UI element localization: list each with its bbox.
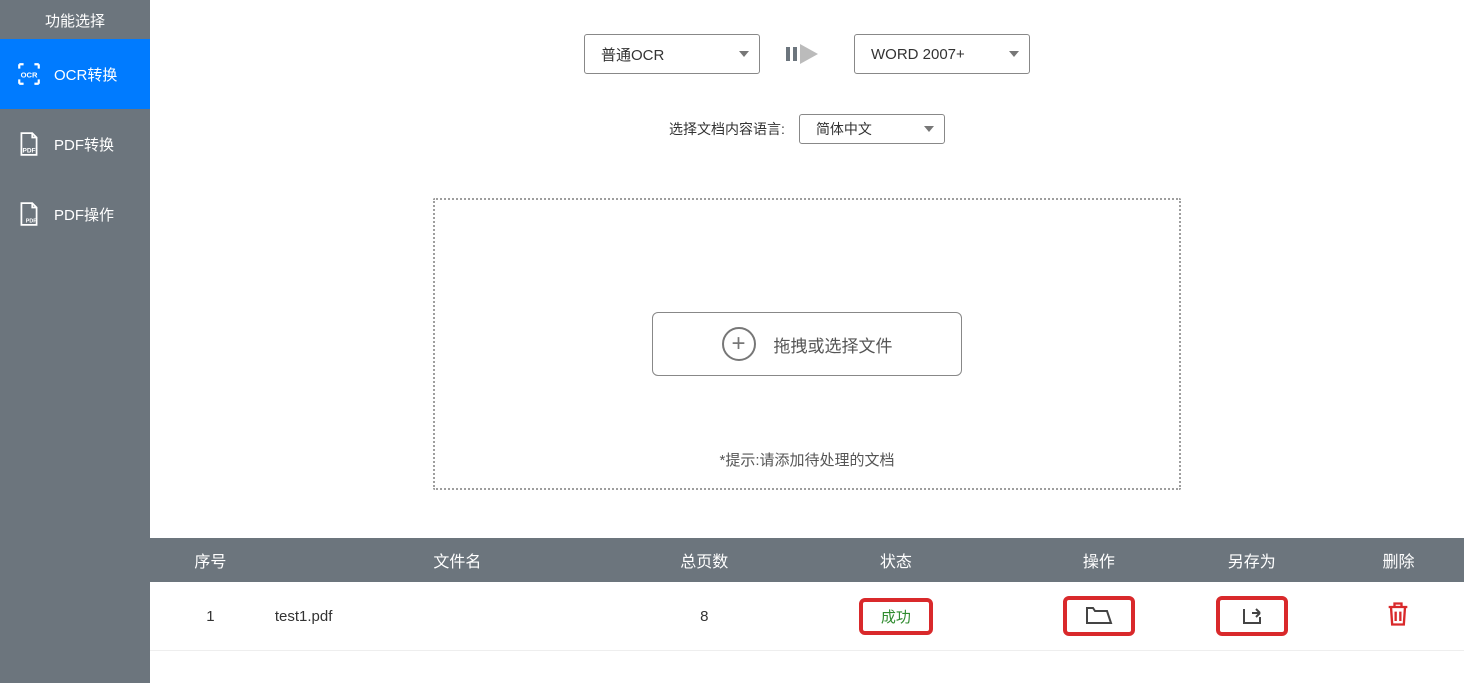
th-delete: 删除 bbox=[1333, 538, 1464, 582]
sidebar-item-label: PDF转换 bbox=[54, 134, 114, 155]
drop-hint: *提示:请添加待处理的文档 bbox=[719, 449, 894, 470]
language-row: 选择文档内容语言: 简体中文 bbox=[150, 114, 1464, 144]
sidebar-item-label: PDF操作 bbox=[54, 204, 114, 225]
main-content: 普通OCR WORD 2007+ 选择文档内容语言: 简体中文 + 拖拽或选择文… bbox=[150, 0, 1464, 683]
cell-name: test1.pdf bbox=[271, 582, 644, 651]
th-saveas: 另存为 bbox=[1171, 538, 1333, 582]
source-mode-dropdown[interactable]: 普通OCR bbox=[584, 34, 760, 74]
delete-button[interactable] bbox=[1384, 600, 1412, 624]
sidebar-header: 功能选择 bbox=[0, 2, 150, 39]
cell-delete bbox=[1333, 582, 1464, 651]
pdf-convert-icon: PDF bbox=[16, 131, 42, 157]
cell-status: 成功 bbox=[765, 582, 1027, 651]
language-value: 简体中文 bbox=[816, 119, 872, 139]
table-row: 1 test1.pdf 8 成功 bbox=[150, 582, 1464, 651]
cell-seq: 1 bbox=[150, 582, 271, 651]
cell-saveas bbox=[1171, 582, 1333, 651]
target-format-dropdown[interactable]: WORD 2007+ bbox=[854, 34, 1030, 74]
svg-text:OCR: OCR bbox=[21, 70, 38, 79]
th-pages: 总页数 bbox=[644, 538, 765, 582]
language-label: 选择文档内容语言: bbox=[669, 119, 785, 139]
files-table: 序号 文件名 总页数 状态 操作 另存为 删除 1 test1.pdf 8 成功 bbox=[150, 538, 1464, 651]
chevron-down-icon bbox=[924, 126, 934, 132]
th-status: 状态 bbox=[765, 538, 1027, 582]
pdf-operate-icon: PDF bbox=[16, 201, 42, 227]
sidebar: 功能选择 OCR OCR转换 PDF PDF转换 PDF PDF操作 bbox=[0, 0, 150, 683]
status-text: 成功 bbox=[881, 606, 911, 627]
open-folder-button[interactable] bbox=[1085, 604, 1113, 628]
file-drop-zone[interactable]: + 拖拽或选择文件 *提示:请添加待处理的文档 bbox=[433, 198, 1181, 490]
sidebar-item-pdf-operations[interactable]: PDF PDF操作 bbox=[0, 179, 150, 249]
language-dropdown[interactable]: 简体中文 bbox=[799, 114, 945, 144]
source-mode-value: 普通OCR bbox=[601, 44, 664, 65]
target-format-value: WORD 2007+ bbox=[871, 46, 965, 63]
cell-open bbox=[1027, 582, 1171, 651]
select-files-button[interactable]: + 拖拽或选择文件 bbox=[652, 312, 962, 376]
th-name: 文件名 bbox=[271, 538, 644, 582]
conversion-row: 普通OCR WORD 2007+ bbox=[150, 0, 1464, 74]
sidebar-item-label: OCR转换 bbox=[54, 64, 117, 85]
plus-icon: + bbox=[722, 327, 756, 361]
th-action: 操作 bbox=[1027, 538, 1171, 582]
select-files-label: 拖拽或选择文件 bbox=[774, 332, 893, 357]
th-seq: 序号 bbox=[150, 538, 271, 582]
chevron-down-icon bbox=[1009, 51, 1019, 57]
svg-text:PDF: PDF bbox=[26, 219, 38, 225]
export-button[interactable] bbox=[1238, 604, 1266, 628]
convert-arrow-icon bbox=[784, 42, 830, 66]
svg-text:PDF: PDF bbox=[23, 148, 36, 155]
cell-pages: 8 bbox=[644, 582, 765, 651]
sidebar-item-ocr-convert[interactable]: OCR OCR转换 bbox=[0, 39, 150, 109]
ocr-icon: OCR bbox=[16, 61, 42, 87]
sidebar-item-pdf-convert[interactable]: PDF PDF转换 bbox=[0, 109, 150, 179]
chevron-down-icon bbox=[739, 51, 749, 57]
